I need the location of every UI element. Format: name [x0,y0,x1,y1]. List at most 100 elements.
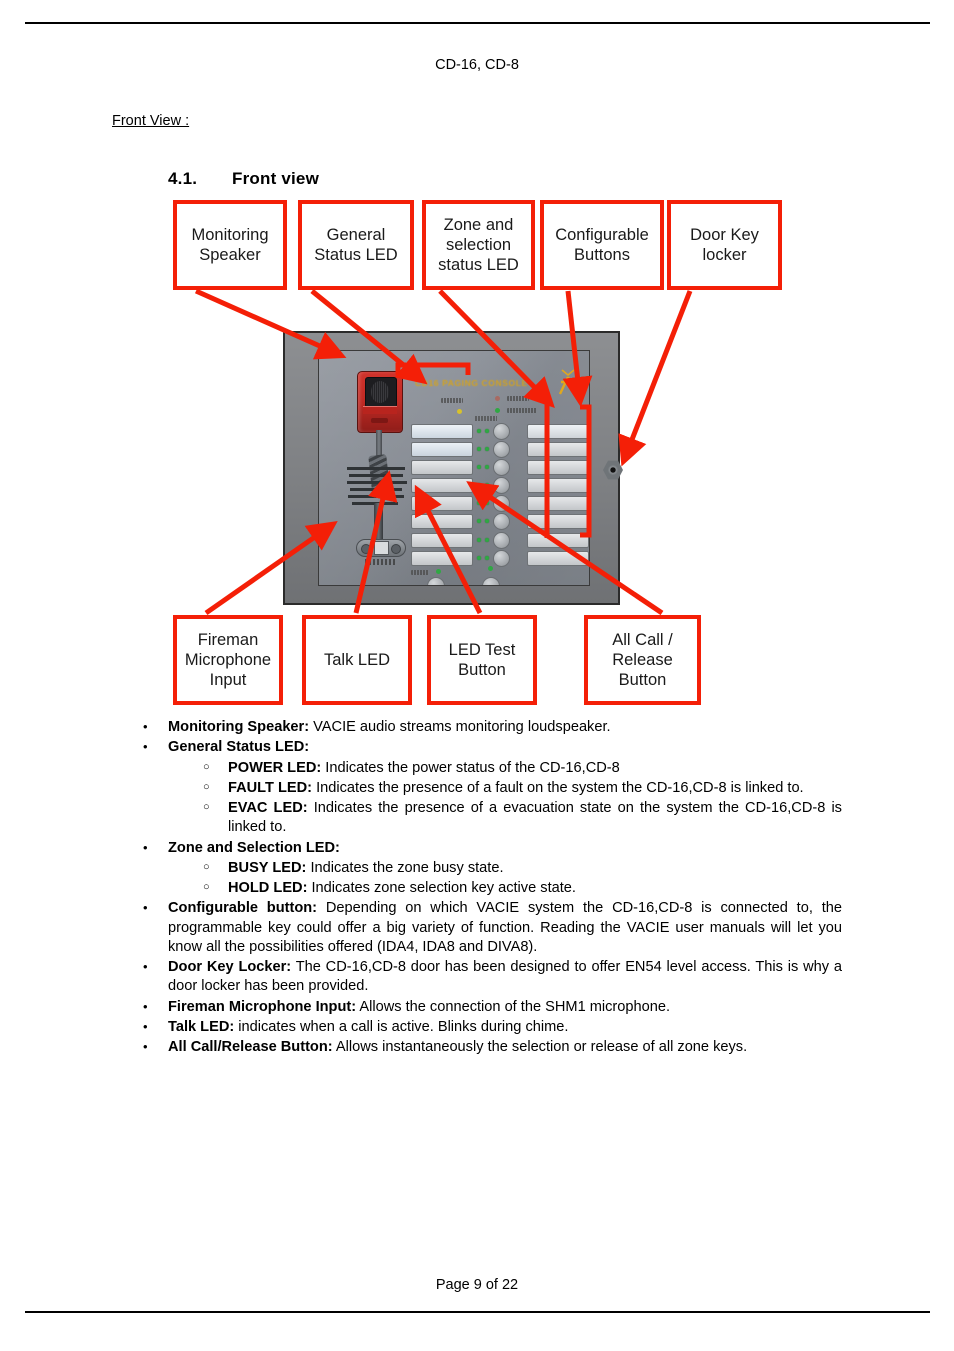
feature-subterm: EVAC LED: [228,800,308,816]
zone-key-row[interactable] [411,513,523,531]
feature-term: Door Key Locker: [168,959,292,975]
mic-base-connector [374,541,389,555]
zone-key-row[interactable] [411,423,523,441]
callout-label: Talk LED [323,650,391,669]
hold-led [485,429,489,433]
callout-label: Door Key locker [690,225,759,264]
zone-key-row[interactable] [527,495,589,513]
callout-label: Fireman Microphone Input [184,630,272,690]
callout-zone-and-selection-status-led: Zone and selection status LED [422,200,535,290]
zone-key-row[interactable] [411,459,523,477]
zone-label-strip [527,460,589,476]
zone-key-row[interactable] [527,459,589,477]
feature-subitem: ○ FAULT LED: Indicates the presence of a … [112,779,842,798]
document-title: CD-16, CD-8 [435,57,519,73]
callout-door-key-locker: Door Key locker [667,200,782,290]
page-title: 4.1. Front view [168,169,319,189]
callout-label: LED Test Button [448,640,516,679]
zone-key-row[interactable] [527,423,589,441]
callout-general-status-led: General Status LED [298,200,414,290]
evac-led-label [507,408,537,413]
zone-key-row[interactable] [411,531,523,550]
busy-led [477,501,481,506]
feature-description: indicates when a call is active. Blinks … [234,1018,569,1035]
zone-select-button[interactable] [493,459,510,477]
manufacturer-logo-icon [558,369,578,395]
zone-label-strip [411,460,473,476]
feature-subitem: ○ HOLD LED: Indicates zone selection key … [112,879,842,898]
zone-select-button[interactable] [493,477,510,495]
busy-led [477,483,481,488]
bullet-icon: • [143,1039,148,1054]
feature-term: Configurable button: [168,900,318,917]
page-number-footer: Page 9 of 22 [435,1277,519,1293]
feature-term: Monitoring Speaker: [168,719,310,735]
zone-key-bank-right [527,423,589,568]
all-call-release-button[interactable] [482,577,500,585]
zone-label-strip [527,532,589,548]
gooseneck-microphone [341,371,415,571]
zone-label-strip [411,514,473,530]
evac-led [495,408,500,413]
feature-subdescription: Indicates zone selection key active stat… [307,880,576,896]
hold-led [485,447,489,452]
device-brand-label: CD16 PAGING CONSOLE [415,378,528,388]
bullet-icon: • [143,1018,148,1034]
callout-fireman-microphone-input: Fireman Microphone Input [173,615,283,705]
busy-led [477,555,481,560]
door-key-locker[interactable] [603,460,623,480]
mic-stem [374,503,383,543]
zone-select-button[interactable] [493,549,510,567]
zone-key-row[interactable] [411,495,523,513]
feature-subitem: ○ EVAC LED: Indicates the presence of a e… [112,799,842,838]
busy-led [477,429,481,433]
speaker-grille-icon [365,377,397,408]
monitoring-speaker [357,371,403,433]
zone-key-row[interactable] [527,550,589,568]
feature-description: VACIE audio streams monitoring loudspeak… [309,719,611,735]
feature-description: Allows the connection of the SHM1 microp… [356,998,671,1015]
led-test-button[interactable] [427,577,445,585]
feature-term: All Call/Release Button: [168,1039,333,1055]
mic-lip [363,406,397,414]
hold-led [485,537,489,542]
zone-select-button[interactable] [493,423,510,440]
busy-led [477,519,481,524]
feature-subdescription: Indicates the presence of a evacuation s… [228,800,842,836]
hold-led [485,519,489,524]
cd16-paging-console-device: CD16 PAGING CONSOLE [283,331,623,605]
feature-item: • Fireman Microphone Input: Allows the co… [112,998,842,1017]
zone-key-row[interactable] [527,513,589,531]
zone-select-button[interactable] [493,441,510,459]
sub-bullet-icon: ○ [203,760,210,773]
feature-subitem: ○ BUSY LED: Indicates the zone busy state… [112,859,842,878]
zone-label-strip [527,550,589,566]
zone-key-row[interactable] [527,441,589,459]
zone-key-row[interactable] [411,441,523,459]
zone-key-row[interactable] [411,477,523,495]
zone-key-bank-left [411,416,523,568]
zone-key-row[interactable] [527,532,589,550]
callout-configurable-buttons: Configurable Buttons [540,200,664,290]
zone-select-button[interactable] [493,513,510,531]
zone-key-row[interactable] [411,549,523,568]
sub-bullet-icon: ○ [203,860,210,873]
zone-key-row[interactable] [527,477,589,495]
all-call-led [488,566,493,571]
zone-label-strip [411,550,473,566]
zone-select-button[interactable] [493,495,510,513]
zone-label-strip [527,496,589,512]
feature-item: • Monitoring Speaker: VACIE audio streams… [112,718,842,737]
section-number: 4.1. [168,169,198,188]
mic-base-label [365,559,395,565]
feature-term: Talk LED: [168,1018,235,1035]
led-test-button-group[interactable] [427,577,445,585]
bank-left-header-label [475,416,497,421]
feature-description: Allows instantaneously the selection or … [332,1039,748,1055]
feature-subterm: POWER LED: [228,759,322,776]
hold-led [485,483,489,488]
device-front-panel: CD16 PAGING CONSOLE [318,350,590,586]
callout-label: Zone and selection status LED [438,215,519,275]
zone-select-button[interactable] [493,531,510,549]
feature-item: • General Status LED: [112,738,842,757]
